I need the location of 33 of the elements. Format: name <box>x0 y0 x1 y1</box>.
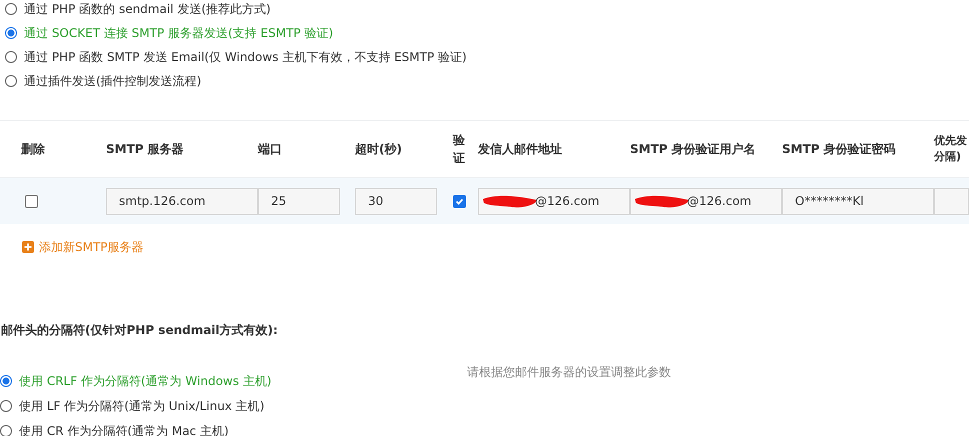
column-header: SMTP 服务器 <box>106 140 185 158</box>
column-header: SMTP 身份验证密码 <box>782 140 897 158</box>
radio-button[interactable] <box>5 75 17 87</box>
hint-text: 请根据您邮件服务器的设置调整此参数 <box>467 364 671 381</box>
input-field[interactable]: O********Kl <box>782 188 934 214</box>
section-heading: 邮件头的分隔符(仅针对PHP sendmail方式有效): <box>0 322 279 339</box>
input-field[interactable]: 25 <box>258 188 340 214</box>
column-header: 删除 <box>20 140 46 158</box>
radio-button[interactable] <box>0 375 12 387</box>
input-field[interactable] <box>934 188 969 214</box>
radio-label[interactable]: 通过插件发送(插件控制发送流程) <box>24 72 202 90</box>
column-header: 验证 <box>453 132 466 167</box>
column-header: SMTP 身份验证用户名 <box>630 140 757 158</box>
input-field[interactable]: @126.com <box>478 188 630 214</box>
input-field[interactable]: @126.com <box>630 188 782 214</box>
radio-label[interactable]: 使用 CR 作为分隔符(通常为 Mac 主机) <box>19 422 229 436</box>
radio-button[interactable] <box>5 27 17 39</box>
radio-label[interactable]: 通过 PHP 函数 SMTP 发送 Email(仅 Windows 主机下有效，不支持 ESMTP 验证) <box>24 48 467 66</box>
plus-icon[interactable] <box>22 241 34 253</box>
column-header: 优先发分隔) <box>934 133 968 165</box>
column-header: 超时(秒) <box>355 140 403 158</box>
input-field[interactable]: smtp.126.com <box>106 188 258 214</box>
radio-button[interactable] <box>5 3 17 15</box>
checkbox[interactable] <box>25 194 38 208</box>
radio-button[interactable] <box>5 51 17 63</box>
radio-button[interactable] <box>0 400 12 412</box>
column-header: 端口 <box>258 140 283 158</box>
radio-button[interactable] <box>0 425 12 436</box>
radio-label[interactable]: 通过 PHP 函数的 sendmail 发送(推荐此方式) <box>24 0 271 18</box>
checkbox[interactable] <box>453 194 466 208</box>
radio-label[interactable]: 使用 LF 作为分隔符(通常为 Unix/Linux 主机) <box>19 398 264 414</box>
input-field[interactable]: 30 <box>355 188 437 214</box>
column-header: 发信人邮件地址 <box>478 140 563 158</box>
